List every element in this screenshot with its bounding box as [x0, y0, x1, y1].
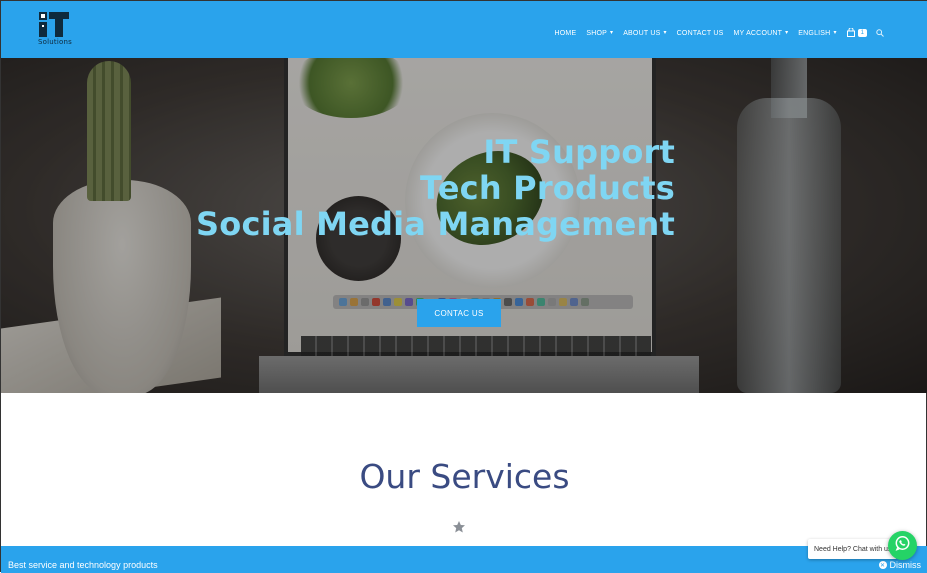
shopping-bag-icon [846, 24, 855, 42]
hero-headline: IT Support Tech Products Social Media Ma… [196, 134, 675, 242]
hero-headline-line: Tech Products [420, 169, 675, 207]
nav-item-label: SHOP [586, 29, 607, 37]
services-title: Our Services [359, 457, 570, 496]
dismiss-label: Dismiss [889, 560, 922, 570]
star-icon [452, 520, 466, 534]
site-header: Solutions HOME SHOP ▾ ABOUT US ▾ CONTACT… [1, 1, 927, 58]
nav-item-contact-us[interactable]: CONTACT US [672, 27, 729, 40]
nav-item-about-us[interactable]: ABOUT US ▾ [618, 27, 671, 40]
store-notice-text: Best service and technology products [8, 560, 158, 570]
chevron-down-icon: ▾ [609, 30, 614, 36]
nav-item-my-account[interactable]: MY ACCOUNT ▾ [729, 27, 794, 40]
hero-banner: IT Support Tech Products Social Media Ma… [1, 58, 927, 393]
contact-us-button[interactable]: CONTAC US [417, 299, 501, 327]
store-notice-bar: Best service and technology products ✕ D… [1, 546, 927, 573]
whatsapp-chat-button[interactable] [888, 531, 917, 560]
nav-item-home[interactable]: HOME [550, 27, 582, 40]
chevron-down-icon: ▾ [663, 30, 667, 36]
close-icon: ✕ [878, 561, 887, 569]
cart-button[interactable]: 1 [842, 21, 872, 45]
nav-item-label: MY ACCOUNT [733, 29, 783, 37]
nav-item-language[interactable]: ENGLISH ▾ [793, 27, 841, 40]
logo-wordmark: Solutions [38, 38, 72, 46]
search-button[interactable] [872, 21, 888, 45]
hero-headline-line: Social Media Management [196, 205, 675, 243]
whatsapp-icon [894, 535, 911, 557]
cart-count-badge: 1 [857, 29, 867, 37]
nav-item-shop[interactable]: SHOP ▾ [581, 27, 618, 40]
chevron-down-icon: ▾ [833, 30, 837, 36]
nav-item-label: ENGLISH [798, 29, 831, 37]
main-navigation: HOME SHOP ▾ ABOUT US ▾ CONTACT US MY ACC… [550, 21, 888, 45]
dismiss-button[interactable]: ✕ Dismiss [878, 560, 922, 570]
nav-item-label: CONTACT US [676, 29, 724, 37]
nav-item-label: ABOUT US [623, 29, 661, 37]
chat-help-label[interactable]: Need Help? Chat with us [808, 539, 898, 559]
hero-headline-line: IT Support [483, 133, 675, 171]
chevron-down-icon: ▾ [785, 30, 789, 36]
nav-item-label: HOME [554, 29, 577, 37]
search-icon [876, 24, 884, 41]
